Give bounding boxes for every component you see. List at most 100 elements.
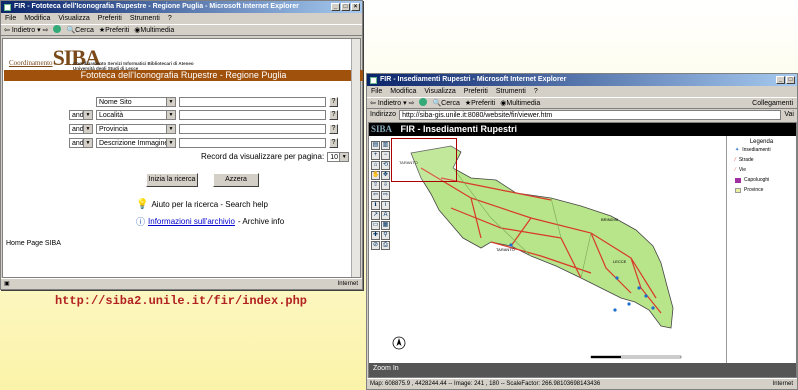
- minimize-button[interactable]: _: [776, 76, 785, 84]
- value-input-3[interactable]: [179, 123, 326, 134]
- overview-map[interactable]: [391, 138, 457, 182]
- search-submit-button[interactable]: Inizia la ricerca: [146, 173, 198, 187]
- refresh-icon[interactable]: [53, 25, 62, 33]
- right-title-bar: FIR - Insediamenti Rupestri - Microsoft …: [367, 74, 797, 86]
- search-button[interactable]: 🔍Cerca: [66, 25, 93, 35]
- value-input-4[interactable]: [179, 137, 326, 148]
- favorites-button[interactable]: ★Preferiti: [465, 98, 495, 108]
- back-label: Indietro: [11, 27, 36, 34]
- address-label: Indirizzo: [370, 111, 397, 118]
- down-arrow-icon[interactable]: ⇩: [381, 181, 390, 190]
- minimize-button[interactable]: _: [331, 3, 340, 11]
- favorites-label: Preferiti: [471, 100, 496, 107]
- toc-icon[interactable]: ▤: [371, 141, 380, 150]
- legend-item-1: Insediamenti: [742, 147, 771, 153]
- left-window-title: FIR - Fototeca dell'Iconografia Rupestre…: [14, 3, 299, 10]
- measure-icon[interactable]: ↗: [371, 211, 380, 220]
- back-button[interactable]: ⇦ Indietro ▾ ⇨: [370, 98, 414, 108]
- media-button[interactable]: ◉Multimedia: [134, 25, 174, 35]
- up-arrow-icon[interactable]: ⇧: [371, 181, 380, 190]
- media-button[interactable]: ◉Multimedia: [500, 98, 540, 108]
- menu-modifica[interactable]: Modifica: [390, 86, 416, 97]
- url-caption: http://siba2.unile.it/fir/index.php: [54, 294, 308, 308]
- menu-preferiti[interactable]: Preferiti: [464, 86, 488, 97]
- zoom-in-icon[interactable]: +: [371, 151, 380, 160]
- operator-select-3[interactable]: and: [69, 123, 93, 134]
- page-title: Fototeca dell'Iconografia Rupestre - Reg…: [4, 70, 363, 81]
- go-button[interactable]: Vai: [784, 109, 797, 121]
- zoom-out-icon[interactable]: −: [381, 151, 390, 160]
- close-button[interactable]: ×: [351, 3, 360, 11]
- legend-settlements: ✦ Insediamenti: [727, 145, 796, 155]
- maximize-button[interactable]: □: [786, 76, 795, 84]
- menu-help[interactable]: ?: [534, 86, 538, 97]
- field-select-2[interactable]: Località: [96, 109, 176, 120]
- menu-strumenti[interactable]: Strumenti: [496, 86, 526, 97]
- clear-icon[interactable]: ⊘: [371, 241, 380, 250]
- favorites-button[interactable]: ★Preferiti: [99, 25, 129, 35]
- operator-select-4[interactable]: and: [69, 137, 93, 148]
- map-logo: SIBA: [371, 124, 393, 134]
- legend-item-5: Province: [744, 187, 764, 193]
- search-help-link[interactable]: Aiuto per la ricerca - Search help: [151, 200, 268, 209]
- refresh-icon[interactable]: [419, 98, 428, 106]
- right-menu-bar: File Modifica Visualizza Preferiti Strum…: [367, 86, 797, 97]
- archive-info-link[interactable]: Informazioni sull'archivio: [148, 217, 235, 226]
- legend-icon[interactable]: ▥: [381, 141, 390, 150]
- pan-icon[interactable]: ✋: [371, 171, 380, 180]
- query-icon[interactable]: ▦: [381, 221, 390, 230]
- field-select-1[interactable]: Nome Sito: [96, 96, 176, 107]
- full-extent-icon[interactable]: ⌂: [371, 161, 380, 170]
- address-input[interactable]: http://siba-gis.unile.it:8080/website/fi…: [399, 110, 782, 120]
- menu-modifica[interactable]: Modifica: [24, 13, 50, 24]
- status-text: Map: 608875.9 , 4428244.44 -- Image: 241…: [370, 381, 601, 387]
- search-button[interactable]: 🔍Cerca: [432, 98, 459, 108]
- home-page-link[interactable]: Home Page SIBA: [6, 240, 61, 247]
- search-icon[interactable]: ⚲: [381, 231, 390, 240]
- menu-strumenti[interactable]: Strumenti: [130, 13, 160, 24]
- map-viewer: SIBA FIR - Insediamenti Rupestri ▤ ▥ + − ⌂…: [368, 122, 797, 378]
- print-icon[interactable]: ⎙: [381, 241, 390, 250]
- reset-button[interactable]: Azzera: [213, 173, 259, 187]
- buffer-icon[interactable]: ✚: [371, 231, 380, 240]
- right-browser-window: FIR - Insediamenti Rupestri - Microsoft …: [366, 73, 798, 390]
- value-input-1[interactable]: [179, 96, 326, 107]
- left-browser-window: FIR - Fototeca dell'Iconografia Rupestre…: [0, 0, 363, 290]
- value-input-2[interactable]: [179, 109, 326, 120]
- address-bar: Indirizzo http://siba-gis.unile.it:8080/…: [367, 109, 797, 121]
- links-label[interactable]: Collegamenti: [752, 98, 797, 108]
- info-icon[interactable]: i: [381, 201, 390, 210]
- records-select[interactable]: 10: [327, 151, 350, 162]
- menu-visualizza[interactable]: Visualizza: [424, 86, 455, 97]
- help-button-3[interactable]: ?: [329, 123, 338, 134]
- maximize-button[interactable]: □: [341, 3, 350, 11]
- back-extent-icon[interactable]: ⟲: [381, 161, 390, 170]
- square-icon: [735, 187, 741, 193]
- back-button[interactable]: ⇦ Indietro ▾ ⇨: [4, 25, 48, 35]
- menu-file[interactable]: File: [371, 86, 382, 97]
- help-button-1[interactable]: ?: [329, 96, 338, 107]
- identify-icon[interactable]: ℹ: [371, 201, 380, 210]
- select-icon[interactable]: ▭: [371, 221, 380, 230]
- pan-icon-2[interactable]: ✥: [381, 171, 390, 180]
- menu-preferiti[interactable]: Preferiti: [98, 13, 122, 24]
- left-toolbar: ⇦ Indietro ▾ ⇨ 🔍Cerca ★Preferiti ◉Multim…: [1, 24, 362, 36]
- left-arrow-icon[interactable]: ⇦: [371, 191, 380, 200]
- help-button-2[interactable]: ?: [329, 109, 338, 120]
- operator-select-2[interactable]: and: [69, 109, 93, 120]
- menu-visualizza[interactable]: Visualizza: [58, 13, 89, 24]
- left-title-bar: FIR - Fototeca dell'Iconografia Rupestre…: [1, 1, 362, 13]
- field-select-4[interactable]: Descrizione Immagine: [96, 137, 176, 148]
- ie-icon: [4, 3, 11, 11]
- page-icon: ▣: [4, 281, 10, 287]
- left-status-bar: ▣ Internet: [1, 278, 362, 289]
- menu-help[interactable]: ?: [168, 13, 172, 24]
- right-arrow-icon[interactable]: ⇨: [381, 191, 390, 200]
- menu-file[interactable]: File: [5, 13, 16, 24]
- field-select-3[interactable]: Provincia: [96, 123, 176, 134]
- help-button-4[interactable]: ?: [329, 137, 338, 148]
- scrollbar[interactable]: [351, 39, 360, 277]
- media-label: Multimedia: [140, 27, 175, 34]
- legend-title: Legenda: [749, 139, 774, 145]
- find-icon[interactable]: A: [381, 211, 390, 220]
